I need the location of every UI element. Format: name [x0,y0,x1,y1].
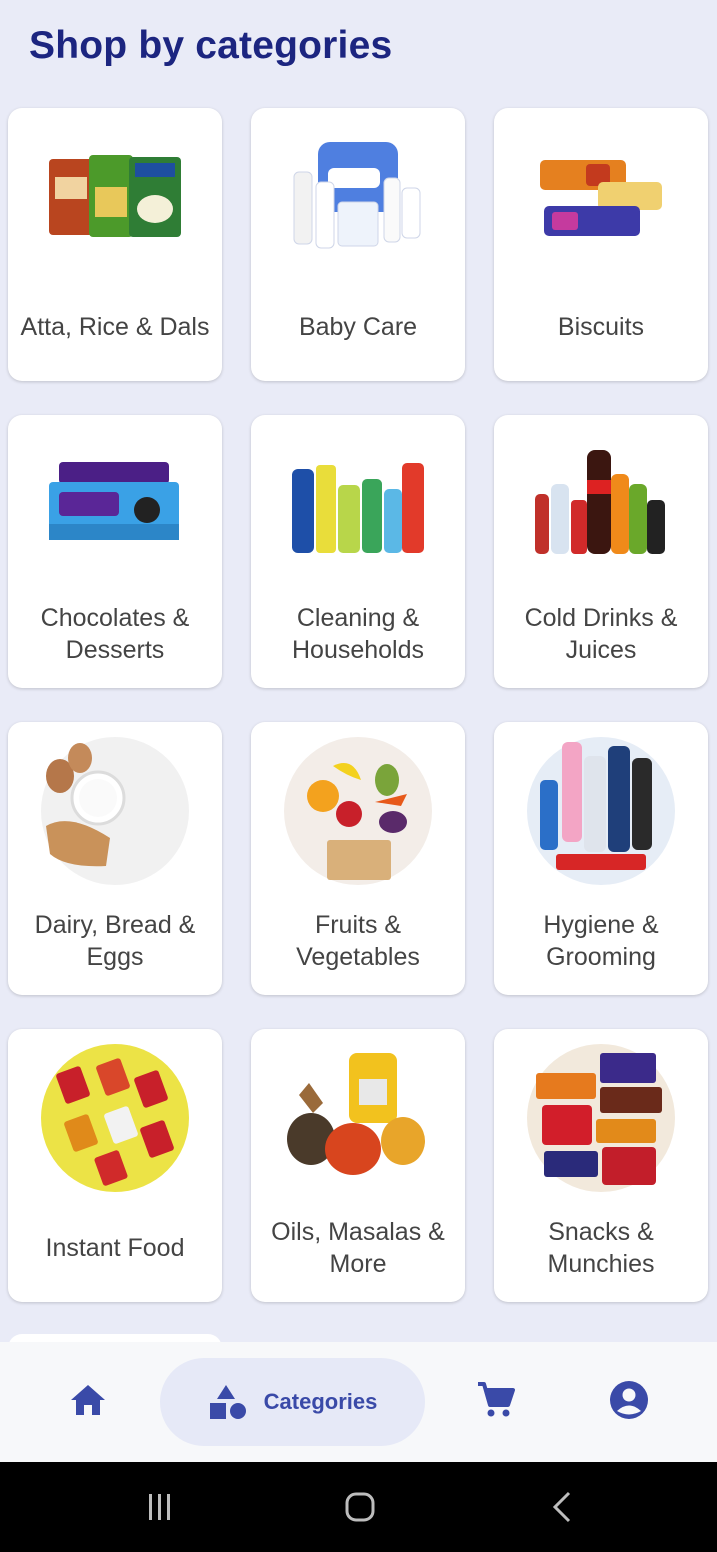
back-button[interactable] [545,1490,579,1524]
category-label: Oils, Masalas & More [271,1218,445,1278]
category-card-snacks-munchies[interactable]: Snacks & Munchies [494,1029,708,1302]
biscuits-image [526,122,676,272]
cleaning-products-image [283,429,433,579]
category-card-hygiene-grooming[interactable]: Hygiene & Grooming [494,722,708,995]
baby-care-image [283,122,433,272]
hygiene-image [526,736,676,886]
chocolates-image [40,429,190,579]
category-label: Fruits & Vegetables [296,911,420,971]
recents-icon [149,1494,170,1520]
account-circle-icon [610,1381,648,1419]
nav-home-button[interactable] [62,1374,114,1426]
recents-button[interactable] [140,1490,180,1524]
nav-categories-label: Categories [263,1389,378,1414]
category-label: Instant Food [45,1234,185,1262]
dairy-image [40,736,190,886]
category-card-chocolates-desserts[interactable]: Chocolates & Desserts [8,415,222,688]
instant-food-image [40,1043,190,1193]
system-home-button[interactable] [340,1490,380,1524]
fruits-vegetables-image [283,736,433,886]
category-card-cold-drinks-juices[interactable]: Cold Drinks & Juices [494,415,708,688]
category-label: Chocolates & Desserts [40,604,190,664]
category-card-instant-food[interactable]: Instant Food [8,1029,222,1302]
category-label: Dairy, Bread & Eggs [34,911,196,971]
category-card-baby-care[interactable]: Baby Care [251,108,465,381]
category-label: Cleaning & Households [291,604,425,664]
category-grid: Atta, Rice & Dals Baby Care Biscuits Cho… [8,108,708,1302]
category-label: Biscuits [557,313,645,341]
category-label: Atta, Rice & Dals [20,313,210,341]
nav-cart-button[interactable] [470,1374,522,1426]
nav-categories-button[interactable]: Categories [160,1358,425,1446]
back-icon [552,1491,571,1523]
home-icon [71,1385,105,1415]
page-title: Shop by categories [29,24,393,67]
cart-icon [478,1382,515,1417]
category-label: Baby Care [298,313,418,341]
category-label: Hygiene & Grooming [543,911,659,971]
cold-drinks-image [526,429,676,579]
snacks-image [526,1043,676,1193]
category-card-oils-masalas-more[interactable]: Oils, Masalas & More [251,1029,465,1302]
rice-packs-image [40,122,190,272]
category-card-fruits-vegetables[interactable]: Fruits & Vegetables [251,722,465,995]
category-card-cleaning-households[interactable]: Cleaning & Households [251,415,465,688]
category-label: Snacks & Munchies [547,1218,655,1278]
category-label: Cold Drinks & Juices [524,604,678,664]
spices-oils-image [283,1043,433,1193]
bottom-navigation: Categories [0,1342,717,1462]
system-navigation-bar [0,1462,717,1552]
category-card-atta-rice-dals[interactable]: Atta, Rice & Dals [8,108,222,381]
category-card-biscuits[interactable]: Biscuits [494,108,708,381]
nav-profile-button[interactable] [603,1374,655,1426]
shapes-icon [209,1385,246,1419]
category-card-dairy-bread-eggs[interactable]: Dairy, Bread & Eggs [8,722,222,995]
system-home-icon [345,1492,375,1522]
